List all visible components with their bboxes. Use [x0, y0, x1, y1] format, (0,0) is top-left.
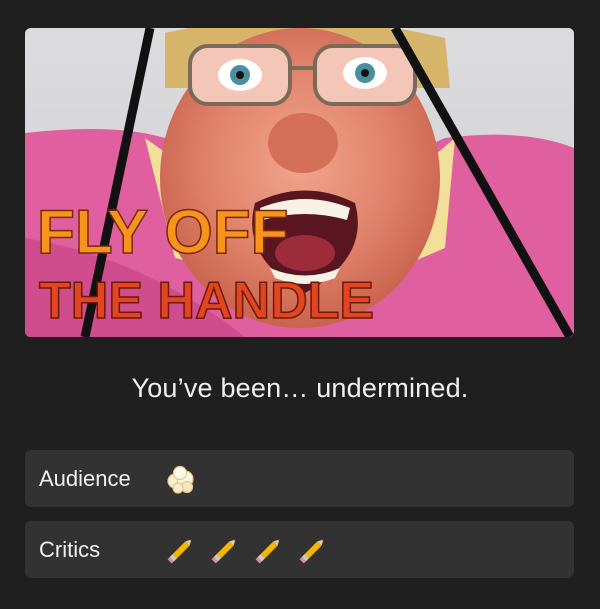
movie-poster: FLY OFF THE HANDLE — [25, 28, 574, 337]
critics-rating-row: Critics — [25, 521, 574, 578]
audience-label: Audience — [39, 466, 131, 491]
critics-label: Critics — [39, 537, 101, 562]
audience-rating — [165, 462, 197, 496]
critics-rating — [165, 533, 329, 567]
tagline: You’ve been… undermined. — [131, 373, 469, 403]
audience-rating-row: Audience — [25, 450, 574, 507]
pencil-icon — [165, 534, 197, 566]
pencil-icon — [209, 534, 241, 566]
popcorn-icon — [165, 463, 197, 495]
poster-artwork: FLY OFF THE HANDLE — [25, 28, 574, 337]
poster-title-line1: FLY OFF — [37, 198, 288, 267]
pencil-icon — [297, 534, 329, 566]
poster-title-line2: THE HANDLE — [39, 272, 374, 330]
pencil-icon — [253, 534, 285, 566]
